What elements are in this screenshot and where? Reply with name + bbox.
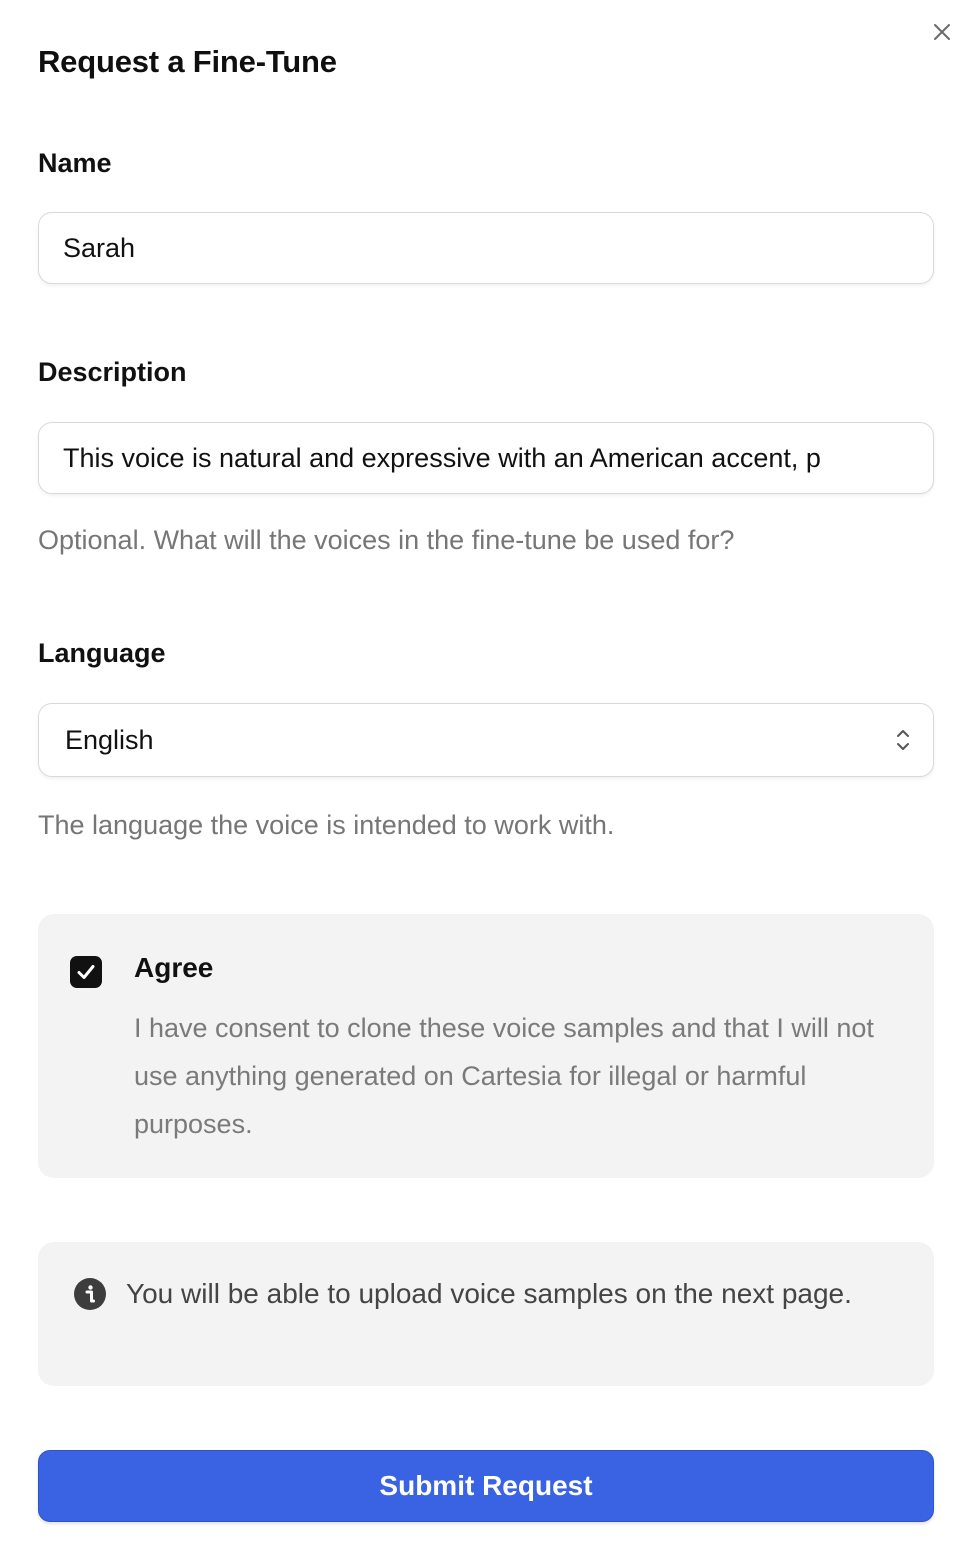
- name-input[interactable]: Sarah: [38, 212, 934, 284]
- description-label: Description: [38, 357, 187, 387]
- description-input[interactable]: This voice is natural and expressive wit…: [38, 422, 934, 494]
- checkmark-icon: [77, 965, 95, 979]
- consent-text: I have consent to clone these voice samp…: [134, 1013, 874, 1139]
- description-hint: Optional. What will the voices in the fi…: [38, 525, 735, 555]
- close-icon: [934, 24, 950, 40]
- language-hint: The language the voice is intended to wo…: [38, 810, 615, 840]
- close-button[interactable]: [926, 16, 958, 48]
- agree-label: Agree: [134, 952, 214, 983]
- submit-request-button[interactable]: Submit Request: [38, 1450, 934, 1522]
- language-selected-value: English: [65, 724, 154, 755]
- agree-checkbox[interactable]: [70, 956, 102, 988]
- chevron-up-down-icon: [897, 730, 909, 750]
- language-select[interactable]: English: [38, 703, 934, 777]
- info-panel: You will be able to upload voice samples…: [38, 1242, 934, 1386]
- language-label: Language: [38, 638, 166, 668]
- fine-tune-dialog: Request a Fine-Tune Name Sarah Descripti…: [0, 0, 976, 1548]
- name-input-value: Sarah: [63, 232, 136, 263]
- info-text: You will be able to upload voice samples…: [126, 1278, 852, 1309]
- consent-panel: Agree I have consent to clone these voic…: [38, 914, 934, 1178]
- info-icon: [74, 1278, 106, 1310]
- dialog-title: Request a Fine-Tune: [38, 44, 337, 79]
- description-input-value: This voice is natural and expressive wit…: [63, 442, 821, 473]
- name-label: Name: [38, 148, 112, 178]
